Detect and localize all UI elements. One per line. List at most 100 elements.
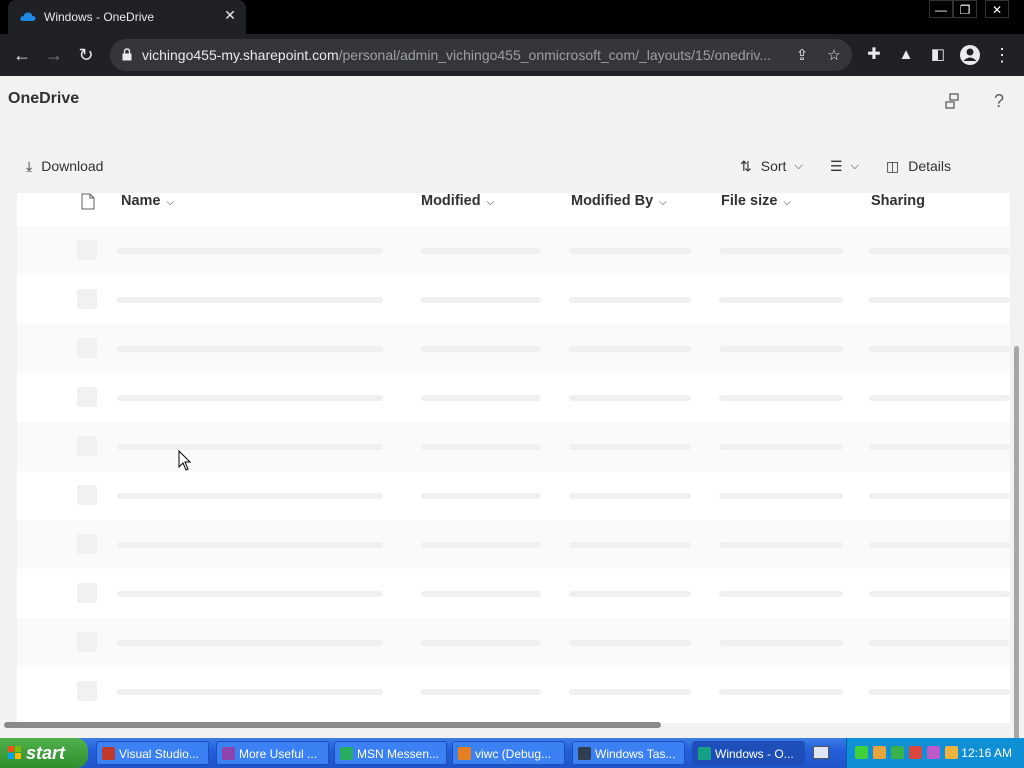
url-path: /personal/admin_vichingo455_onmicrosoft_… xyxy=(338,47,772,63)
column-header-file-size[interactable]: File size ⌵ xyxy=(721,193,791,215)
taskbar-button[interactable]: More Useful ... xyxy=(216,741,329,765)
side-panel-icon[interactable]: ◧ xyxy=(926,43,950,67)
taskbar-button[interactable]: Windows - O... xyxy=(692,741,805,765)
horizontal-scrollbar-thumb[interactable] xyxy=(4,722,661,728)
window-close-button[interactable]: ✕ xyxy=(985,0,1009,18)
browser-menu-icon[interactable]: ⋮ xyxy=(990,43,1014,67)
download-button[interactable]: ⤓ Download xyxy=(26,154,103,178)
taskbar-button[interactable]: Visual Studio... xyxy=(96,741,209,765)
sort-label: Sort xyxy=(760,158,787,174)
windows-flag-icon xyxy=(8,746,21,759)
skeleton-text-placeholder xyxy=(117,297,383,303)
skeleton-text-placeholder xyxy=(117,346,383,352)
view-options-button[interactable]: ☰ ⌵ xyxy=(830,154,859,178)
skeleton-row xyxy=(17,618,1010,667)
bookmark-star-icon[interactable]: ☆ xyxy=(824,46,844,66)
taskbar-button[interactable]: viwc (Debug... xyxy=(452,741,565,765)
skeleton-text-placeholder xyxy=(117,395,383,401)
lab-flask-icon[interactable]: ▲ xyxy=(894,43,918,67)
column-header-name[interactable]: Name ⌵ xyxy=(121,193,174,215)
tools-icon[interactable] xyxy=(909,746,922,759)
skeleton-text-placeholder xyxy=(719,297,843,303)
profile-avatar-icon[interactable] xyxy=(958,43,982,67)
skeleton-text-placeholder xyxy=(117,248,383,254)
skeleton-text-placeholder xyxy=(869,395,1010,401)
forward-arrow-icon[interactable]: → xyxy=(42,43,66,67)
vertical-scrollbar-thumb[interactable] xyxy=(1014,346,1019,738)
skeleton-icon-placeholder xyxy=(77,681,97,701)
app-icon xyxy=(340,747,353,760)
update-icon[interactable] xyxy=(927,746,940,759)
skeleton-text-placeholder xyxy=(421,689,541,695)
skeleton-text-placeholder xyxy=(117,689,383,695)
skeleton-text-placeholder xyxy=(869,444,1010,450)
system-tray: 12:16 AM xyxy=(846,738,1024,768)
taskbar-button-label: Windows - O... xyxy=(715,747,794,761)
browser-tabstrip: Windows - OneDrive ✕ — ❐ ✕ xyxy=(0,0,1024,34)
details-button[interactable]: ◫ Details xyxy=(886,154,951,178)
skeleton-text-placeholder xyxy=(869,542,1010,548)
skeleton-text-placeholder xyxy=(569,346,691,352)
column-header-modified[interactable]: Modified ⌵ xyxy=(421,193,494,215)
skeleton-text-placeholder xyxy=(719,493,843,499)
column-file-size-label: File size xyxy=(721,193,778,209)
file-type-icon xyxy=(81,193,95,210)
skeleton-text-placeholder xyxy=(569,395,691,401)
connections-icon[interactable] xyxy=(941,90,963,112)
column-header-modified-by[interactable]: Modified By ⌵ xyxy=(571,193,667,215)
app-icon xyxy=(458,747,471,760)
security-icon[interactable] xyxy=(891,746,904,759)
skeleton-text-placeholder xyxy=(569,542,691,548)
download-icon: ⤓ xyxy=(26,157,33,174)
taskbar-button-label: MSN Messen... xyxy=(357,747,440,761)
taskbar-button[interactable]: Windows Tas... xyxy=(572,741,685,765)
chevron-down-icon: ⌵ xyxy=(783,197,792,208)
search-icon[interactable] xyxy=(945,746,958,759)
messenger-icon[interactable] xyxy=(873,746,886,759)
skeleton-text-placeholder xyxy=(421,444,541,450)
keyboard-language-icon[interactable] xyxy=(813,746,829,759)
skeleton-text-placeholder xyxy=(719,542,843,548)
app-icon xyxy=(102,747,115,760)
skeleton-row xyxy=(17,226,1010,275)
window-minimize-button[interactable]: — xyxy=(929,0,953,18)
sort-icon: ⇅ xyxy=(740,157,752,174)
skeleton-icon-placeholder xyxy=(77,632,97,652)
window-restore-button[interactable]: ❐ xyxy=(953,0,977,18)
skeleton-text-placeholder xyxy=(421,542,541,548)
network-icon[interactable] xyxy=(855,746,868,759)
skeleton-text-placeholder xyxy=(719,591,843,597)
skeleton-icon-placeholder xyxy=(77,240,97,260)
app-title: OneDrive xyxy=(8,90,80,107)
skeleton-text-placeholder xyxy=(869,640,1010,646)
skeleton-text-placeholder xyxy=(117,493,383,499)
skeleton-row xyxy=(17,667,1010,716)
taskbar-button[interactable]: MSN Messen... xyxy=(334,741,447,765)
skeleton-text-placeholder xyxy=(421,395,541,401)
skeleton-text-placeholder xyxy=(719,444,843,450)
taskbar-clock: 12:16 AM xyxy=(961,746,1012,760)
extensions-puzzle-icon[interactable]: ✚ xyxy=(862,43,886,67)
sort-button[interactable]: ⇅ Sort ⌵ xyxy=(740,154,803,178)
chevron-down-icon: ⌵ xyxy=(486,197,495,208)
share-icon[interactable]: ⇪ xyxy=(792,46,812,66)
browser-toolbar: ← → ↻ vichingo455-my.sharepoint.com/pers… xyxy=(0,34,1024,76)
browser-tab[interactable]: Windows - OneDrive ✕ xyxy=(8,0,246,34)
help-icon[interactable]: ? xyxy=(988,90,1010,112)
start-button[interactable]: start xyxy=(0,738,88,768)
tab-close-icon[interactable]: ✕ xyxy=(222,7,238,23)
skeleton-icon-placeholder xyxy=(77,485,97,505)
vertical-scrollbar[interactable] xyxy=(1012,269,1020,738)
address-bar[interactable]: vichingo455-my.sharepoint.com/personal/a… xyxy=(110,39,852,71)
url-text: vichingo455-my.sharepoint.com/personal/a… xyxy=(142,47,778,63)
skeleton-row xyxy=(17,275,1010,324)
column-header-sharing[interactable]: Sharing xyxy=(871,193,925,215)
lock-icon xyxy=(122,48,132,61)
back-arrow-icon[interactable]: ← xyxy=(10,43,34,67)
taskbar-button-label: viwc (Debug... xyxy=(475,747,552,761)
skeleton-row xyxy=(17,569,1010,618)
list-view-icon: ☰ xyxy=(830,157,843,174)
reload-icon[interactable]: ↻ xyxy=(74,43,98,67)
skeleton-text-placeholder xyxy=(569,493,691,499)
skeleton-text-placeholder xyxy=(421,493,541,499)
